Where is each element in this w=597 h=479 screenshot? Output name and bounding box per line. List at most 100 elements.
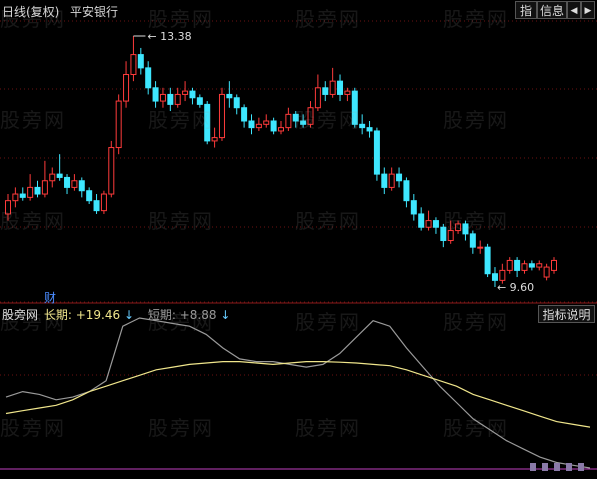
candle-body [506,259,513,271]
candle-body [425,220,432,228]
candle-body [329,80,336,95]
watermark-text: 股旁网 [148,108,214,132]
price-and-indicator-chart[interactable]: ← 13.38← 9.60 [0,0,597,479]
candle-body [477,246,484,249]
candle-body [484,246,491,275]
candle-body [152,87,159,102]
candle-body [403,180,410,202]
candle-body [285,113,292,129]
prev-arrow-icon[interactable]: ◀ [567,1,581,19]
candle-body [432,220,439,228]
info-button[interactable]: 信息 [537,1,567,19]
candle-body [86,190,93,202]
candle-body [514,259,521,271]
short-term-down-arrow-icon: ↓ [220,308,231,322]
candle-body [337,80,344,95]
candle-body [130,54,137,76]
baseline-bar [566,463,572,471]
candle-body [491,273,498,281]
candle-body [182,90,189,95]
indicator-explain-button[interactable]: 指标说明 [538,305,595,323]
candle-body [123,74,130,102]
short-term-line [5,317,591,469]
candle-body [78,180,85,192]
low-price-label: ← 9.60 [497,281,534,294]
candle-body [322,87,329,95]
watermark-text: 股旁网 [0,416,66,440]
candle-body [278,127,284,132]
watermark-text: 股旁网 [148,209,214,233]
short-term-value: +8.88 [179,308,217,322]
candle-body [167,93,174,105]
candle-body [19,193,26,198]
candle-body [536,263,543,268]
candle-body [189,90,196,99]
candle-body [344,90,351,95]
baseline-bar [530,463,536,471]
candle-body [469,233,476,248]
watermark-text: 股旁网 [443,416,509,440]
baseline-bar [542,463,548,471]
candle-body [248,120,255,129]
chart-header: 日线(复权) 平安银行 指 信息 ◀ ▶ [0,0,597,20]
watermark-text: 股旁网 [148,416,214,440]
period-label[interactable]: 日线(复权) [2,3,59,20]
candle-body [521,263,528,271]
candle-body [159,93,166,102]
candle-body [410,200,417,215]
candle-body [115,100,122,149]
watermark-text: 股旁网 [443,108,509,132]
candle-body [226,93,233,99]
candle-body [93,200,100,212]
index-button[interactable]: 指 [515,1,537,19]
watermark-text: 股旁网 [0,108,66,132]
short-term-label: 短期: [147,308,176,322]
long-term-down-arrow-icon: ↓ [123,308,135,322]
watermark-text: 股旁网 [0,209,66,233]
watermark-text: 股旁网 [295,416,361,440]
candle-body [211,137,218,142]
candle-body [49,173,56,182]
candle-body [64,176,71,188]
indicator-legend: 股旁网 长期: +19.46 ↓ 短期: +8.88 ↓ [2,306,230,323]
candle-body [108,147,115,195]
candle-body [137,54,144,69]
watermark-text: 股旁网 [295,209,361,233]
candle-body [543,266,550,278]
candle-body [366,127,373,132]
candle-body [218,93,225,139]
long-term-value: +19.46 [75,308,121,322]
candle-body [174,93,181,105]
candle-body [255,123,262,129]
candle-body [233,97,240,109]
candle-body [12,193,19,202]
watermark-text: 股旁网 [295,310,361,334]
finance-marker[interactable]: 财 [44,289,56,306]
next-arrow-icon[interactable]: ▶ [581,1,595,19]
candle-body [418,213,425,228]
watermark-text: 股旁网 [443,209,509,233]
candle-body [71,180,78,188]
candle-body [396,173,403,182]
candle-body [41,180,48,195]
baseline-bar [554,463,560,471]
baseline-bar [578,463,584,471]
candle-body [34,186,41,195]
candle-body [241,107,248,122]
watermark-text: 股旁网 [443,310,509,334]
candle-body [499,269,506,281]
stock-name[interactable]: 平安银行 [70,3,118,20]
candle-body [145,67,152,89]
candle-body [381,173,388,188]
candle-body [388,173,395,188]
candle-body [528,263,535,268]
candle-body [27,186,34,198]
candle-body [270,120,277,132]
candle-body [56,173,63,178]
watermark-text: 股旁网 [295,108,361,132]
long-term-label: 长期: [43,308,72,322]
candle-body [373,130,380,175]
candle-body [551,259,557,271]
candle-body [100,193,107,212]
candle-body [263,120,270,125]
